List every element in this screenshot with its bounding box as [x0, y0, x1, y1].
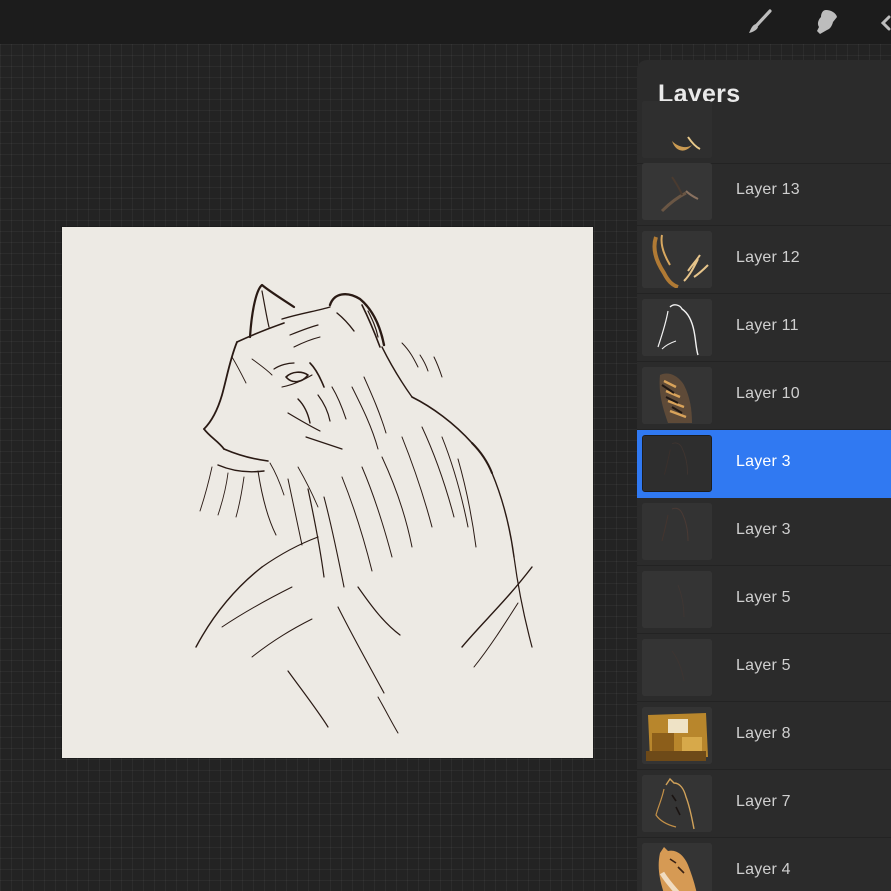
brush-tool-button[interactable] [742, 4, 778, 40]
tiger-sketch [195, 283, 533, 734]
brush-icon [749, 9, 772, 33]
layer-row-partial[interactable] [637, 96, 891, 164]
layer-row[interactable]: Layer 12 [637, 226, 891, 294]
top-toolbar [0, 0, 891, 44]
layers-panel: Layers Layer 13 Layer 12 Layer 11 Layer … [637, 60, 891, 891]
layer-thumbnail [642, 435, 712, 492]
layer-row-selected[interactable]: Layer 3 [637, 430, 891, 498]
layer-row[interactable]: Layer 5 [637, 634, 891, 702]
layer-thumbnail [642, 163, 712, 220]
layer-row[interactable]: Layer 13 [637, 158, 891, 226]
layer-name: Layer 3 [736, 453, 791, 470]
layer-row[interactable]: Layer 7 [637, 770, 891, 838]
layer-thumbnail [642, 367, 712, 424]
layer-thumbnail [642, 503, 712, 560]
layer-thumbnail [642, 231, 712, 288]
layer-name: Layer 4 [736, 861, 791, 878]
layer-row[interactable]: Layer 4 [637, 838, 891, 891]
layer-row[interactable]: Layer 3 [637, 498, 891, 566]
layer-row[interactable]: Layer 10 [637, 362, 891, 430]
layer-thumbnail [642, 639, 712, 696]
layer-row[interactable]: Layer 8 [637, 702, 891, 770]
layer-name: Layer 7 [736, 793, 791, 810]
drawing-canvas[interactable] [62, 227, 593, 758]
eraser-tool-button[interactable] [872, 4, 891, 40]
layer-name: Layer 5 [736, 657, 791, 674]
layer-thumbnail [642, 775, 712, 832]
layer-name: Layer 12 [736, 249, 800, 266]
smudge-tool-button[interactable] [809, 4, 845, 40]
smudge-icon [817, 10, 837, 34]
layer-name: Layer 13 [736, 181, 800, 198]
layer-name: Layer 3 [736, 521, 791, 538]
eraser-icon [880, 15, 891, 31]
layer-name: Layer 10 [736, 385, 800, 402]
layer-thumbnail [642, 707, 712, 764]
layer-thumbnail [642, 299, 712, 356]
layer-thumbnail [642, 101, 712, 158]
layer-row[interactable]: Layer 11 [637, 294, 891, 362]
layer-name: Layer 5 [736, 589, 791, 606]
layer-thumbnail [642, 843, 712, 891]
layer-name: Layer 8 [736, 725, 791, 742]
procreate-workspace: Layers Layer 13 Layer 12 Layer 11 Layer … [0, 0, 891, 891]
layer-thumbnail [642, 571, 712, 628]
layer-row[interactable]: Layer 5 [637, 566, 891, 634]
layer-name: Layer 11 [736, 317, 799, 334]
